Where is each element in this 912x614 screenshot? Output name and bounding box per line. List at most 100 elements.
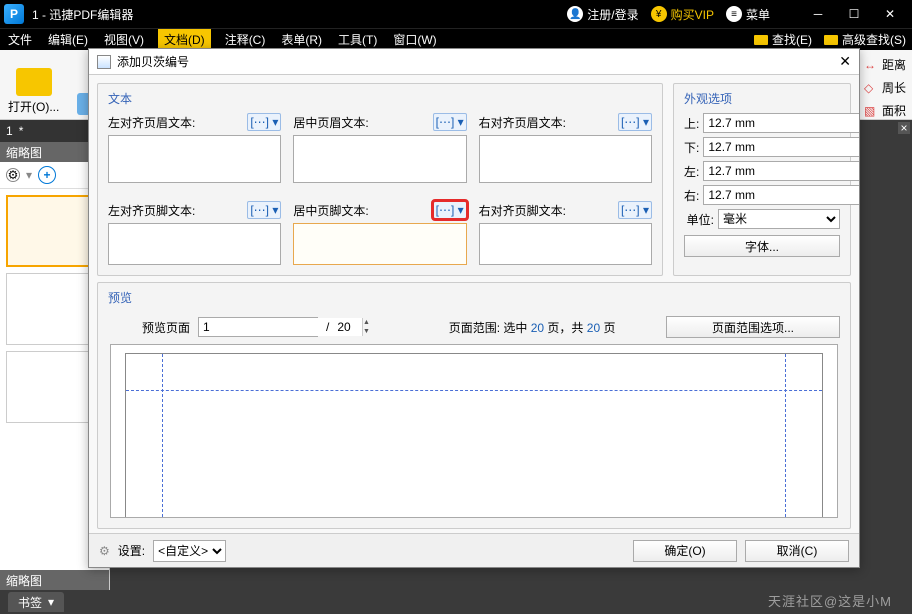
menubar: 文件 编辑(E) 视图(V) 文档(D) 注释(C) 表单(R) 工具(T) 窗… (0, 28, 912, 50)
dialog-title: 添加贝茨编号 (117, 53, 189, 70)
header-center-insert[interactable]: [⋯] ▾ (433, 113, 467, 131)
watermark: 天涯社区@这是小M (768, 591, 892, 610)
guide-right (785, 354, 786, 518)
margin-right-input[interactable]: ▲▼ (703, 185, 859, 205)
footer-left-label: 左对齐页脚文本: (108, 202, 247, 219)
folder-icon (754, 35, 768, 45)
adv-find-label: 高级查找(S) (842, 31, 906, 48)
menu-view[interactable]: 视图(V) (102, 31, 146, 48)
footer-right-input[interactable] (479, 223, 652, 265)
menu-edit[interactable]: 编辑(E) (46, 31, 90, 48)
find-label: 查找(E) (772, 31, 812, 48)
bates-dialog: 添加贝茨编号 ✕ 文本 左对齐页眉文本:[⋯] ▾ 居中页眉文本:[⋯] ▾ (88, 48, 860, 568)
panel-close[interactable]: × (898, 122, 910, 134)
menu-document[interactable]: 文档(D) (158, 29, 211, 50)
perimeter-icon: ◇ (864, 81, 878, 95)
unit-select[interactable]: 毫米 (718, 209, 840, 229)
appearance-group: 外观选项 上:▲▼ 下:▲▼ 左:▲▼ 右:▲▼ 单位:毫米 字体... (673, 83, 851, 276)
thumbnails-title-2: 缩略图 (0, 570, 109, 590)
close-button[interactable]: ✕ (872, 4, 908, 24)
margin-top-input[interactable]: ▲▼ (703, 113, 859, 133)
preview-canvas[interactable]: 1001 (110, 344, 838, 518)
footer-right-insert[interactable]: [⋯] ▾ (618, 201, 652, 219)
header-right-insert[interactable]: [⋯] ▾ (618, 113, 652, 131)
footer-center-input[interactable] (293, 223, 466, 265)
unit-label: 单位: (684, 211, 714, 228)
doc-tab-label: 1 (6, 124, 13, 138)
user-icon: 👤 (567, 6, 583, 22)
footer-right-label: 右对齐页脚文本: (479, 202, 618, 219)
minimize-button[interactable]: ─ (800, 4, 836, 24)
page-range-button[interactable]: 页面范围选项... (666, 316, 840, 338)
maximize-button[interactable]: ☐ (836, 4, 872, 24)
text-group: 文本 左对齐页眉文本:[⋯] ▾ 居中页眉文本:[⋯] ▾ 右对齐页眉文本:[⋯… (97, 83, 663, 276)
margin-right-label: 右: (684, 187, 699, 204)
open-label: 打开(O)... (8, 98, 59, 115)
font-button[interactable]: 字体... (684, 235, 840, 257)
header-left-input[interactable] (108, 135, 281, 183)
titlebar: P 1 - 迅捷PDF编辑器 👤 注册/登录 ¥ 购买VIP ≡ 菜单 ─ ☐ … (0, 0, 912, 28)
margin-bottom-input[interactable]: ▲▼ (703, 137, 859, 157)
measure-area[interactable]: ▧面积 (864, 102, 906, 119)
menu-file[interactable]: 文件 (6, 31, 34, 48)
perimeter-label: 周长 (882, 79, 906, 96)
distance-label: 距离 (882, 56, 906, 73)
buy-vip[interactable]: ¥ 购买VIP (651, 6, 714, 23)
ruler-icon: ↔ (864, 58, 878, 72)
find-menu[interactable]: 查找(E) (754, 31, 812, 48)
header-left-insert[interactable]: [⋯] ▾ (247, 113, 281, 131)
register-label: 注册/登录 (587, 6, 638, 23)
area-label: 面积 (882, 102, 906, 119)
register-login[interactable]: 👤 注册/登录 (567, 6, 638, 23)
margin-left-input[interactable]: ▲▼ (703, 161, 859, 181)
margin-top-label: 上: (684, 115, 699, 132)
adv-find-menu[interactable]: 高级查找(S) (824, 31, 906, 48)
bookmark-tab[interactable]: 书签▾ (8, 592, 64, 612)
open-button[interactable]: 打开(O)... (8, 68, 59, 115)
header-center-label: 居中页眉文本: (293, 114, 432, 131)
footer-left-insert[interactable]: [⋯] ▾ (247, 201, 281, 219)
menu-window[interactable]: 窗口(W) (391, 31, 438, 48)
appearance-title: 外观选项 (684, 90, 840, 107)
header-right-input[interactable] (479, 135, 652, 183)
preview-page-canvas: 1001 (125, 353, 823, 518)
footer-center-label: 居中页脚文本: (293, 202, 432, 219)
bookmark-label: 书签 (18, 594, 42, 611)
preview-total: 20 (337, 320, 350, 334)
doc-tab-star-icon: * (19, 124, 24, 138)
menu-comment[interactable]: 注释(C) (223, 31, 268, 48)
menu-tools[interactable]: 工具(T) (336, 31, 379, 48)
vip-label: 购买VIP (671, 6, 714, 23)
header-center-input[interactable] (293, 135, 466, 183)
app-icon: P (4, 4, 24, 24)
preview-page-input[interactable]: ▲▼ (198, 317, 318, 337)
margin-left-label: 左: (684, 163, 699, 180)
header-right-label: 右对齐页眉文本: (479, 114, 618, 131)
open-folder-icon (16, 68, 52, 96)
page-range-text: 页面范围: 选中 20 页，共 20 页 (449, 319, 616, 336)
guide-top (126, 390, 822, 391)
gear-icon[interactable]: ⚙ (6, 168, 20, 182)
preview-group: 预览 预览页面 ▲▼ / 20 页面范围: 选中 20 页，共 20 页 页面范… (97, 282, 851, 529)
settings-select[interactable]: <自定义> (153, 540, 226, 562)
vip-icon: ¥ (651, 6, 667, 22)
guide-left (162, 354, 163, 518)
gear-icon: ⚙ (99, 544, 110, 558)
window-title: 1 - 迅捷PDF编辑器 (32, 6, 567, 23)
text-group-title: 文本 (108, 90, 652, 107)
settings-label: 设置: (118, 542, 145, 559)
footer-center-insert[interactable]: [⋯] ▾ (433, 201, 467, 219)
measure-distance[interactable]: ↔ 距离 (864, 56, 906, 73)
preview-title: 预览 (108, 289, 840, 306)
dialog-titlebar[interactable]: 添加贝茨编号 ✕ (89, 49, 859, 75)
footer-left-input[interactable] (108, 223, 281, 265)
gear-dropdown-icon[interactable]: ▾ (26, 168, 32, 182)
dialog-close-button[interactable]: ✕ (839, 53, 851, 70)
ok-button[interactable]: 确定(O) (633, 540, 737, 562)
preview-total-sep: / (326, 320, 329, 334)
menu-form[interactable]: 表单(R) (279, 31, 324, 48)
cancel-button[interactable]: 取消(C) (745, 540, 849, 562)
measure-perimeter[interactable]: ◇ 周长 (864, 79, 906, 96)
add-page-button[interactable]: + (38, 166, 56, 184)
main-menu[interactable]: ≡ 菜单 (726, 6, 770, 23)
